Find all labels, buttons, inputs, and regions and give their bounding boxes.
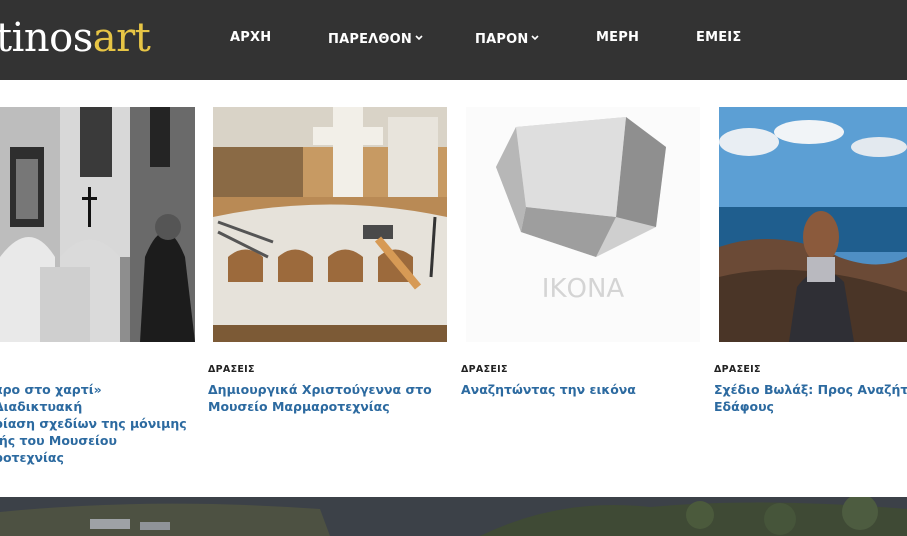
nav-item-about[interactable]: ΕΜΕΙΣ <box>696 30 741 46</box>
title-line: Μουσείο Μαρμαροτεχνίας <box>208 399 390 414</box>
title-line: Αναζητώντας την εικόνα <box>461 382 636 397</box>
nav-item-present[interactable]: ΠΑΡΟΝ <box>475 30 539 48</box>
card-image-christmas-workshop[interactable] <box>213 107 447 342</box>
card-category[interactable]: ΔΡΑΣΕΙΣ <box>714 364 761 376</box>
title-line: Εδάφους <box>714 399 774 414</box>
nav-item-places[interactable]: ΜΕΡΗ <box>596 30 639 46</box>
logo-text-art: art <box>92 15 151 61</box>
nav-label: ΕΜΕΙΣ <box>696 30 742 45</box>
card-category[interactable]: ΔΡΑΣΕΙΣ <box>208 364 255 376</box>
card-title-volax-project[interactable]: Σχέδιο Βωλάξ: Προς Αναζήτησ Εδάφους <box>714 381 907 415</box>
nav-label: ΜΕΡΗ <box>596 30 640 45</box>
card-image-marble-drawings[interactable] <box>0 107 195 342</box>
nav-label: ΠΑΡΕΛΘΟΝ <box>328 32 412 47</box>
nav-item-home[interactable]: ΑΡΧΗ <box>230 30 271 46</box>
nav-item-past[interactable]: ΠΑΡΕΛΘΟΝ <box>328 30 423 48</box>
card-title-seeking-image[interactable]: Αναζητώντας την εικόνα <box>461 381 701 398</box>
hero-image <box>0 497 907 536</box>
title-line: αρο στο χαρτί» Διαδικτυακή <box>0 382 102 414</box>
chevron-down-icon <box>415 30 423 46</box>
site-header: tinosart ΑΡΧΗ ΠΑΡΕΛΘΟΝ ΠΑΡΟΝ ΜΕΡΗ ΕΜΕΙΣ <box>0 0 907 80</box>
title-line: Σχέδιο Βωλάξ: Προς Αναζήτησ <box>714 382 907 397</box>
nav-label: ΠΑΡΟΝ <box>475 32 529 47</box>
title-line: ιής του Μουσείου <box>0 433 117 448</box>
card-image-volax-project[interactable] <box>719 107 907 342</box>
card-title-marble-drawings[interactable]: αρο στο χαρτί» Διαδικτυακή ρίαση σχεδίων… <box>0 381 194 466</box>
logo-text-tinos: tinos <box>0 15 93 61</box>
title-line: ρίαση σχεδίων της μόνιμης <box>0 416 187 431</box>
site-logo[interactable]: tinosart <box>0 14 151 62</box>
nav-label: ΑΡΧΗ <box>230 30 272 45</box>
chevron-down-icon <box>531 30 539 46</box>
card-title-christmas-workshop[interactable]: Δημιουργικά Χριστούγεννα στο Μουσείο Μαρ… <box>208 381 448 415</box>
card-image-seeking-image[interactable]: ΙΚΟΝΑ <box>466 107 700 342</box>
card-category[interactable]: ΔΡΑΣΕΙΣ <box>461 364 508 376</box>
image-caption-text: ΙΚΟΝΑ <box>542 274 625 304</box>
title-line: Δημιουργικά Χριστούγεννα στο <box>208 382 432 397</box>
title-line: ροτεχνίας <box>0 450 64 465</box>
